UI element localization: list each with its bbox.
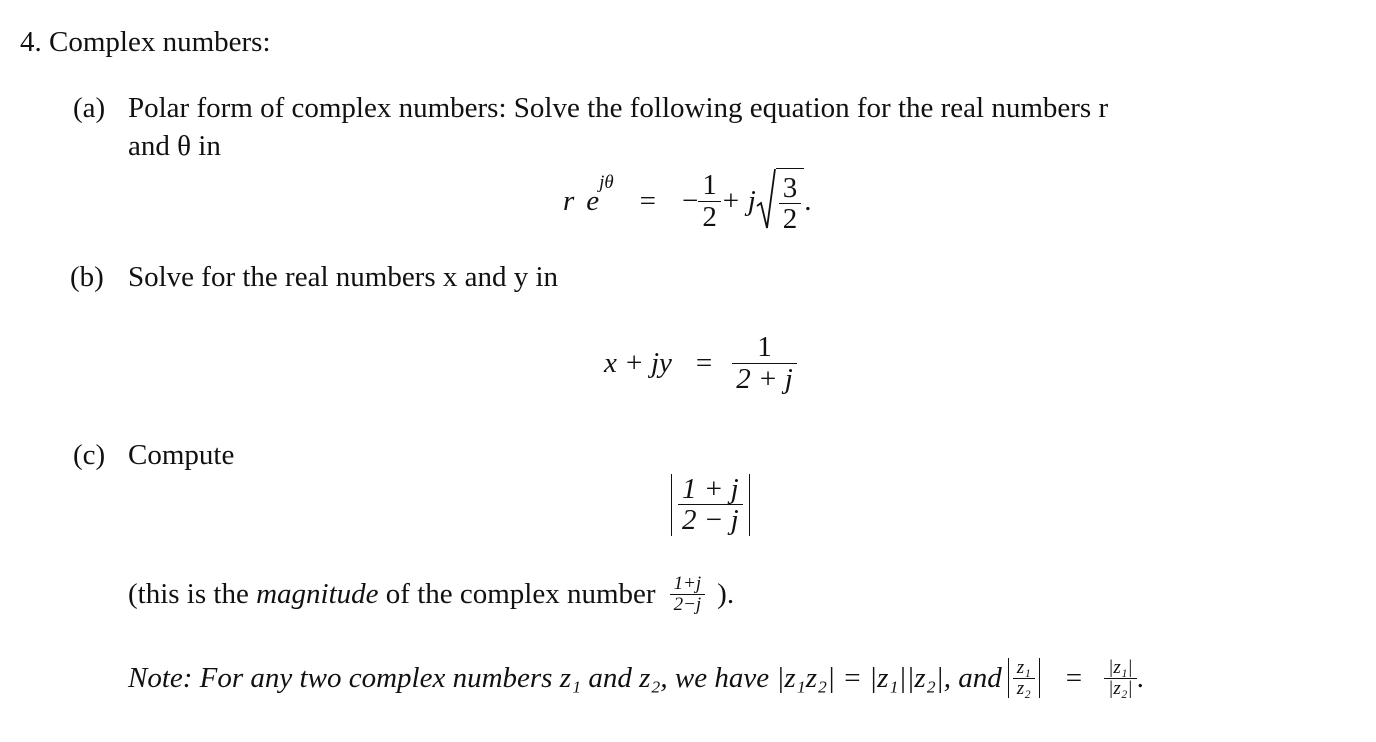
part-a-label: (a) (73, 92, 106, 124)
part-a-text-line1: Polar form of complex numbers: Solve the… (128, 92, 1109, 124)
part-b-label: (b) (70, 261, 104, 293)
note: Note: For any two complex numbers z₁ and… (128, 656, 1144, 699)
note-lhs-fraction: z₁ z₂ (1012, 657, 1035, 699)
eq-a-exponent: jθ (599, 172, 614, 193)
eq-b-fraction: 1 2 + j (732, 332, 797, 394)
note-rhs-fraction: |z₁| |z₂| (1104, 657, 1137, 699)
part-c-label: (c) (73, 439, 106, 471)
eq-c-fraction: 1 + j 2 − j (678, 474, 743, 536)
part-a-equation: r e jθ = − 1 2 + j 3 2 . (563, 166, 812, 236)
note-equals: = (1065, 661, 1083, 694)
eq-a-fraction: 1 2 (698, 170, 721, 232)
eq-a-minus: − (682, 184, 699, 217)
sqrt-sign-icon (756, 168, 776, 228)
eq-b-lhs: x + jy (604, 346, 672, 379)
eq-a-r: r (563, 184, 575, 217)
part-b-equation: x + jy = 1 2 + j (604, 326, 797, 400)
problem-heading: 4. Complex numbers: (20, 26, 271, 59)
eq-a-sqrt: 3 2 (756, 167, 805, 234)
part-a-text-line2: and θ in (128, 130, 221, 162)
inline-fraction: 1+j 2−j (669, 574, 706, 615)
eq-b-equals: = (695, 346, 713, 379)
part-b-text: Solve for the real numbers x and y in (128, 261, 559, 293)
magnitude-emphasis: magnitude (256, 577, 379, 610)
problem-number: 4. (20, 26, 42, 58)
eq-a-equals: = (639, 184, 657, 217)
eq-a-plus-j: + j (720, 184, 756, 217)
part-c-expression: 1 + j 2 − j (671, 474, 750, 536)
problem-title: Complex numbers: (49, 26, 271, 58)
part-c-text: Compute (128, 439, 235, 471)
note-text: Note: For any two complex numbers z₁ and… (128, 661, 1002, 694)
part-c-explanation: (this is the magnitude of the complex nu… (128, 573, 735, 615)
eq-a-e: e (586, 184, 600, 217)
eq-a-period: . (804, 184, 812, 217)
